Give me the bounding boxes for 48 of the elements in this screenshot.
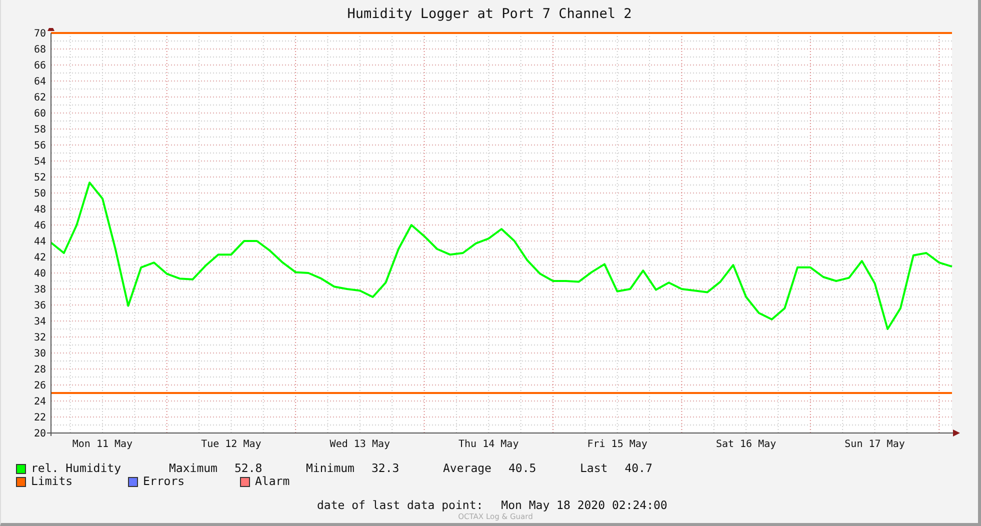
x-tick-label: Mon 11 May [72, 439, 133, 450]
stat-value: 32.3 [371, 462, 400, 475]
x-tick-label: Wed 13 May [330, 439, 390, 450]
y-tick-label: 30 [34, 348, 46, 360]
legend-label: rel. Humidity [31, 462, 122, 475]
x-tick-label: Sun 17 May [844, 439, 905, 450]
stat-value: 40.7 [624, 462, 652, 475]
legend-label: Errors [143, 475, 185, 488]
chart-title: Humidity Logger at Port 7 Channel 2 [347, 5, 632, 24]
y-tick-label: 68 [34, 44, 46, 56]
y-tick-label: 54 [34, 156, 46, 168]
last-data-date: Mon May 18 2020 02:24:00 [501, 499, 668, 512]
y-tick-label: 50 [34, 188, 46, 200]
y-tick-label: 28 [34, 364, 46, 376]
y-tick-label: 34 [34, 316, 46, 328]
y-tick-label: 64 [34, 76, 46, 88]
x-tick-label: Tue 12 May [201, 439, 262, 450]
y-tick-label: 42 [34, 252, 46, 264]
stat-value: 40.5 [508, 462, 536, 475]
y-tick-label: 36 [34, 300, 46, 312]
y-tick-label: 58 [34, 124, 46, 136]
y-tick-label: 70 [34, 28, 46, 40]
y-tick-label: 38 [34, 284, 46, 296]
y-tick-label: 22 [34, 412, 46, 424]
y-tick-label: 62 [34, 92, 46, 104]
y-tick-label: 20 [34, 428, 46, 440]
x-tick-label: Sat 16 May [716, 439, 776, 450]
x-tick-label: Thu 14 May [458, 439, 519, 450]
y-tick-label: 66 [34, 60, 46, 72]
legend-label: Limits [31, 475, 73, 488]
y-tick-label: 32 [34, 332, 46, 344]
y-tick-label: 40 [34, 268, 46, 280]
y-tick-label: 56 [34, 140, 46, 152]
y-tick-label: 26 [34, 380, 46, 392]
y-tick-label: 44 [34, 236, 46, 248]
y-tick-label: 48 [34, 204, 46, 216]
y-tick-label: 46 [34, 220, 46, 232]
last-data-label: date of last data point: [317, 499, 484, 512]
stat-label: Minimum [306, 462, 354, 475]
x-tick-label: Fri 15 May [587, 439, 648, 450]
stat-label: Maximum [169, 462, 218, 475]
y-tick-label: 24 [34, 396, 46, 408]
legend-label: Alarm [255, 475, 290, 488]
stat-value: 52.8 [234, 462, 262, 475]
y-tick-label: 60 [34, 108, 46, 120]
stat-label: Last [580, 462, 608, 475]
stat-label: Average [443, 462, 492, 475]
y-tick-label: 52 [34, 172, 46, 184]
